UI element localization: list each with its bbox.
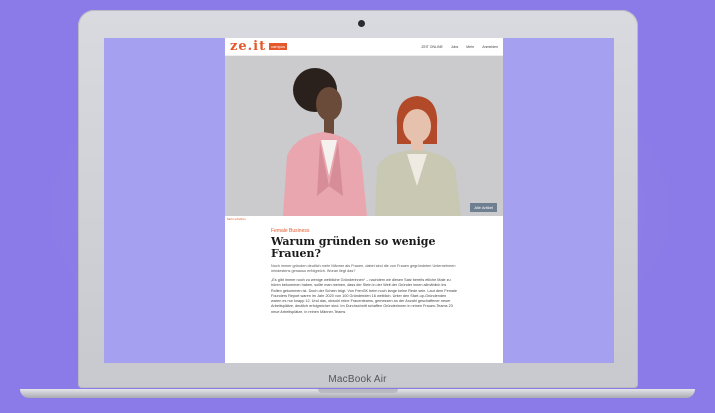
nav-link-more[interactable]: Mehr [466,45,474,49]
laptop-screen: ze.it campus ZEIT ONLINE Jobs Mehr Anmel… [104,38,614,363]
nav-links: ZEIT ONLINE Jobs Mehr Anmelden [421,45,498,49]
hero-image: Alle Artikel [225,56,503,216]
article-kicker[interactable]: Female Business [271,228,457,234]
camera-icon [358,20,365,27]
article-body: „Es gibt immer noch zu wenige weibliche … [271,278,457,314]
all-articles-button[interactable]: Alle Artikel [470,203,497,212]
web-page: ze.it campus ZEIT ONLINE Jobs Mehr Anmel… [225,38,503,363]
device-brand-label: MacBook Air [328,374,387,385]
hero-photo [225,56,503,216]
laptop-notch [318,389,398,393]
article: Female Business Warum gründen so wenige … [225,222,503,315]
article-headline: Warum gründen so wenige Frauen? [271,235,436,260]
nav-link-zeit-online[interactable]: ZEIT ONLINE [421,45,443,49]
site-logo[interactable]: ze.it [230,39,266,54]
site-nav: ze.it campus ZEIT ONLINE Jobs Mehr Anmel… [225,38,503,56]
article-lead: Noch immer gründen deutlich mehr Männer … [271,264,456,273]
nav-link-jobs[interactable]: Jobs [451,45,458,49]
logo-badge[interactable]: campus [269,43,288,50]
nav-link-login[interactable]: Anmelden [482,45,498,49]
